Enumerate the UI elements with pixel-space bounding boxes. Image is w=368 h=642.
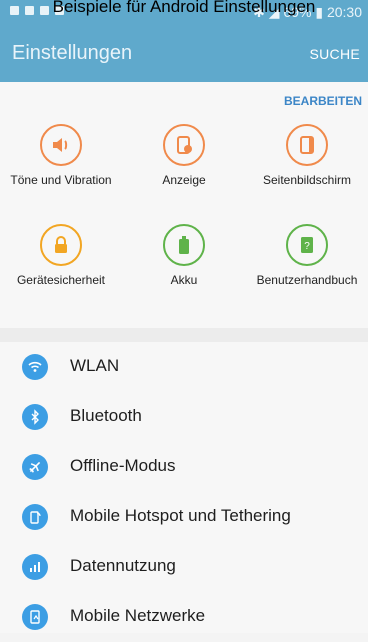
mobile-networks-icon: [22, 604, 48, 630]
list-item-bluetooth[interactable]: Bluetooth: [0, 392, 368, 442]
list-item-hotspot[interactable]: Mobile Hotspot und Tethering: [0, 492, 368, 542]
battery-icon: [163, 224, 205, 266]
tile-display[interactable]: Anzeige: [123, 124, 245, 187]
svg-text:?: ?: [304, 241, 310, 252]
list-item-mobile-networks[interactable]: Mobile Netzwerke: [0, 592, 368, 642]
section-divider: [0, 328, 368, 342]
page-title: Einstellungen: [12, 42, 133, 64]
tile-label: Seitenbildschirm: [262, 173, 352, 187]
list-item-label: Offline-Modus: [70, 456, 176, 475]
tile-label: Benutzerhandbuch: [256, 273, 358, 287]
search-button[interactable]: SUCHE: [309, 46, 360, 62]
wifi-icon: [22, 354, 48, 380]
lock-icon: [40, 224, 82, 266]
airplane-icon: [22, 454, 48, 480]
list-item-label: WLAN: [70, 356, 120, 375]
settings-list: WLAN Bluetooth Offline-Modus Mobile Hots…: [0, 342, 368, 633]
quick-settings-grid: Töne und Vibration Anzeige Seitenbildsch…: [0, 124, 368, 324]
quick-settings-panel: BEARBEITEN Töne und Vibration Anzeige Se…: [0, 82, 368, 328]
data-usage-icon: [22, 554, 48, 580]
tile-battery[interactable]: Akku: [123, 224, 245, 287]
bluetooth-icon: [22, 404, 48, 430]
tile-label: Töne und Vibration: [10, 173, 112, 187]
top-caption: Beispiele für Android Einstellungen: [52, 0, 316, 16]
edit-button[interactable]: BEARBEITEN: [284, 94, 362, 108]
list-item-label: Bluetooth: [70, 406, 142, 425]
tile-label: Akku: [170, 273, 198, 287]
speaker-icon: [40, 124, 82, 166]
list-item-data-usage[interactable]: Datennutzung: [0, 542, 368, 592]
list-item-label: Datennutzung: [70, 556, 176, 575]
tile-user-manual[interactable]: ? Benutzerhandbuch: [246, 224, 368, 287]
list-item-wlan[interactable]: WLAN: [0, 342, 368, 392]
list-item-offline-mode[interactable]: Offline-Modus: [0, 442, 368, 492]
tile-label: Anzeige: [162, 173, 206, 187]
edge-screen-icon: [286, 124, 328, 166]
tile-label: Gerätesicherheit: [16, 273, 106, 287]
list-item-label: Mobile Hotspot und Tethering: [70, 506, 291, 525]
help-book-icon: ?: [286, 224, 328, 266]
display-settings-icon: [163, 124, 205, 166]
hotspot-icon: [22, 504, 48, 530]
list-item-label: Mobile Netzwerke: [70, 606, 206, 625]
tile-edge-screen[interactable]: Seitenbildschirm: [246, 124, 368, 187]
tile-sound[interactable]: Töne und Vibration: [0, 124, 122, 187]
tile-device-security[interactable]: Gerätesicherheit: [0, 224, 122, 287]
